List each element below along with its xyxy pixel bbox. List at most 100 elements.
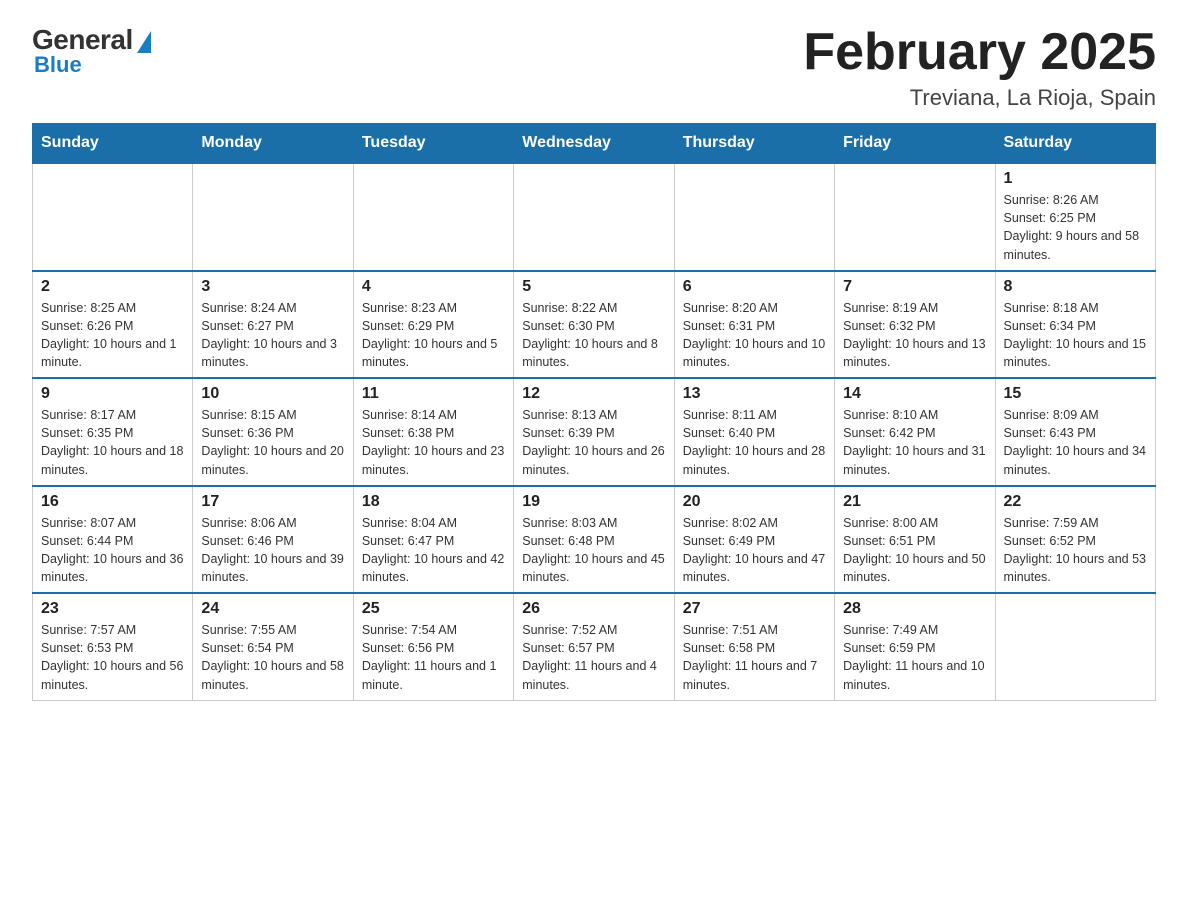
table-row: 7Sunrise: 8:19 AM Sunset: 6:32 PM Daylig… [835, 271, 995, 379]
table-row: 15 Sunrise: 8:09 AM Sunset: 6:43 PM Dayli… [995, 378, 1155, 486]
day-number: 6 [683, 278, 826, 296]
calendar-week-row: 23 Sunrise: 7:57 AM Sunset: 6:53 PM Dayli… [33, 593, 1156, 700]
day-info: Sunrise: 7:57 AM Sunset: 6:53 PM Dayligh… [41, 621, 184, 694]
day-number: 4 [362, 278, 505, 296]
day-number: 19 [522, 493, 665, 511]
day-info: Sunrise: 8:17 AM Sunset: 6:35 PM Dayligh… [41, 406, 184, 479]
day-number: 5 [522, 278, 665, 296]
table-row: 19 Sunrise: 8:03 AM Sunset: 6:48 PM Dayli… [514, 486, 674, 594]
day-number: 12 [522, 385, 665, 403]
day-info: Sunrise: 8:18 AM Sunset: 6:34 PM Dayligh… [1004, 299, 1147, 372]
day-number: 21 [843, 493, 986, 511]
month-title: February 2025 [803, 24, 1156, 81]
page-header: General Blue February 2025 Treviana, La … [32, 24, 1156, 111]
table-row [514, 163, 674, 271]
logo-triangle-icon [137, 31, 151, 53]
day-number: 8 [1004, 278, 1147, 296]
day-info: Sunrise: 8:14 AM Sunset: 6:38 PM Dayligh… [362, 406, 505, 479]
logo-blue-text: Blue [34, 52, 82, 78]
day-info: Sunrise: 8:19 AM Sunset: 6:32 PM Dayligh… [843, 299, 986, 372]
col-sunday: Sunday [33, 124, 193, 164]
table-row [835, 163, 995, 271]
day-info: Sunrise: 8:09 AM Sunset: 6:43 PM Dayligh… [1004, 406, 1147, 479]
logo: General Blue [32, 24, 151, 78]
table-row: 2 Sunrise: 8:25 AM Sunset: 6:26 PM Daylig… [33, 271, 193, 379]
col-wednesday: Wednesday [514, 124, 674, 164]
day-info: Sunrise: 7:59 AM Sunset: 6:52 PM Dayligh… [1004, 514, 1147, 587]
day-info: Sunrise: 8:24 AM Sunset: 6:27 PM Dayligh… [201, 299, 344, 372]
table-row [995, 593, 1155, 700]
day-info: Sunrise: 8:15 AM Sunset: 6:36 PM Dayligh… [201, 406, 344, 479]
table-row: 4 Sunrise: 8:23 AM Sunset: 6:29 PM Daylig… [353, 271, 513, 379]
table-row: 21 Sunrise: 8:00 AM Sunset: 6:51 PM Dayli… [835, 486, 995, 594]
table-row [33, 163, 193, 271]
day-number: 9 [41, 385, 184, 403]
day-number: 17 [201, 493, 344, 511]
day-number: 13 [683, 385, 826, 403]
day-info: Sunrise: 7:52 AM Sunset: 6:57 PM Dayligh… [522, 621, 665, 694]
day-number: 22 [1004, 493, 1147, 511]
day-info: Sunrise: 7:51 AM Sunset: 6:58 PM Dayligh… [683, 621, 826, 694]
col-friday: Friday [835, 124, 995, 164]
table-row: 25Sunrise: 7:54 AM Sunset: 6:56 PM Dayli… [353, 593, 513, 700]
table-row: 11 Sunrise: 8:14 AM Sunset: 6:38 PM Dayli… [353, 378, 513, 486]
day-number: 27 [683, 600, 826, 618]
day-number: 14 [843, 385, 986, 403]
day-info: Sunrise: 7:55 AM Sunset: 6:54 PM Dayligh… [201, 621, 344, 694]
day-info: Sunrise: 8:07 AM Sunset: 6:44 PM Dayligh… [41, 514, 184, 587]
calendar-week-row: 16 Sunrise: 8:07 AM Sunset: 6:44 PM Dayli… [33, 486, 1156, 594]
day-number: 16 [41, 493, 184, 511]
table-row: 6 Sunrise: 8:20 AM Sunset: 6:31 PM Daylig… [674, 271, 834, 379]
day-info: Sunrise: 8:11 AM Sunset: 6:40 PM Dayligh… [683, 406, 826, 479]
day-info: Sunrise: 8:03 AM Sunset: 6:48 PM Dayligh… [522, 514, 665, 587]
day-info: Sunrise: 8:00 AM Sunset: 6:51 PM Dayligh… [843, 514, 986, 587]
calendar-week-row: 2 Sunrise: 8:25 AM Sunset: 6:26 PM Daylig… [33, 271, 1156, 379]
day-number: 28 [843, 600, 986, 618]
day-info: Sunrise: 8:26 AM Sunset: 6:25 PM Dayligh… [1004, 191, 1147, 264]
table-row: 9 Sunrise: 8:17 AM Sunset: 6:35 PM Daylig… [33, 378, 193, 486]
col-saturday: Saturday [995, 124, 1155, 164]
col-monday: Monday [193, 124, 353, 164]
day-number: 23 [41, 600, 184, 618]
day-number: 18 [362, 493, 505, 511]
col-thursday: Thursday [674, 124, 834, 164]
day-number: 3 [201, 278, 344, 296]
table-row: 13 Sunrise: 8:11 AM Sunset: 6:40 PM Dayli… [674, 378, 834, 486]
table-row [674, 163, 834, 271]
day-info: Sunrise: 8:22 AM Sunset: 6:30 PM Dayligh… [522, 299, 665, 372]
day-number: 11 [362, 385, 505, 403]
col-tuesday: Tuesday [353, 124, 513, 164]
table-row: 24 Sunrise: 7:55 AM Sunset: 6:54 PM Dayli… [193, 593, 353, 700]
table-row: 26 Sunrise: 7:52 AM Sunset: 6:57 PM Dayli… [514, 593, 674, 700]
day-info: Sunrise: 7:49 AM Sunset: 6:59 PM Dayligh… [843, 621, 986, 694]
table-row: 1Sunrise: 8:26 AM Sunset: 6:25 PM Daylig… [995, 163, 1155, 271]
table-row: 14 Sunrise: 8:10 AM Sunset: 6:42 PM Dayli… [835, 378, 995, 486]
table-row: 28 Sunrise: 7:49 AM Sunset: 6:59 PM Dayli… [835, 593, 995, 700]
day-number: 2 [41, 278, 184, 296]
day-info: Sunrise: 7:54 AM Sunset: 6:56 PM Dayligh… [362, 621, 505, 694]
day-info: Sunrise: 8:06 AM Sunset: 6:46 PM Dayligh… [201, 514, 344, 587]
table-row: 3 Sunrise: 8:24 AM Sunset: 6:27 PM Daylig… [193, 271, 353, 379]
table-row: 23 Sunrise: 7:57 AM Sunset: 6:53 PM Dayli… [33, 593, 193, 700]
day-info: Sunrise: 8:25 AM Sunset: 6:26 PM Dayligh… [41, 299, 184, 372]
table-row: 17 Sunrise: 8:06 AM Sunset: 6:46 PM Dayli… [193, 486, 353, 594]
table-row: 12 Sunrise: 8:13 AM Sunset: 6:39 PM Dayli… [514, 378, 674, 486]
table-row: 10 Sunrise: 8:15 AM Sunset: 6:36 PM Dayli… [193, 378, 353, 486]
day-info: Sunrise: 8:20 AM Sunset: 6:31 PM Dayligh… [683, 299, 826, 372]
day-info: Sunrise: 8:10 AM Sunset: 6:42 PM Dayligh… [843, 406, 986, 479]
day-number: 20 [683, 493, 826, 511]
table-row: 18Sunrise: 8:04 AM Sunset: 6:47 PM Dayli… [353, 486, 513, 594]
day-number: 10 [201, 385, 344, 403]
day-info: Sunrise: 8:13 AM Sunset: 6:39 PM Dayligh… [522, 406, 665, 479]
calendar-table: Sunday Monday Tuesday Wednesday Thursday… [32, 123, 1156, 701]
table-row [193, 163, 353, 271]
table-row [353, 163, 513, 271]
calendar-week-row: 9 Sunrise: 8:17 AM Sunset: 6:35 PM Daylig… [33, 378, 1156, 486]
calendar-header-row: Sunday Monday Tuesday Wednesday Thursday… [33, 124, 1156, 164]
calendar-week-row: 1Sunrise: 8:26 AM Sunset: 6:25 PM Daylig… [33, 163, 1156, 271]
day-info: Sunrise: 8:23 AM Sunset: 6:29 PM Dayligh… [362, 299, 505, 372]
day-number: 15 [1004, 385, 1147, 403]
day-number: 26 [522, 600, 665, 618]
day-number: 24 [201, 600, 344, 618]
table-row: 20Sunrise: 8:02 AM Sunset: 6:49 PM Dayli… [674, 486, 834, 594]
